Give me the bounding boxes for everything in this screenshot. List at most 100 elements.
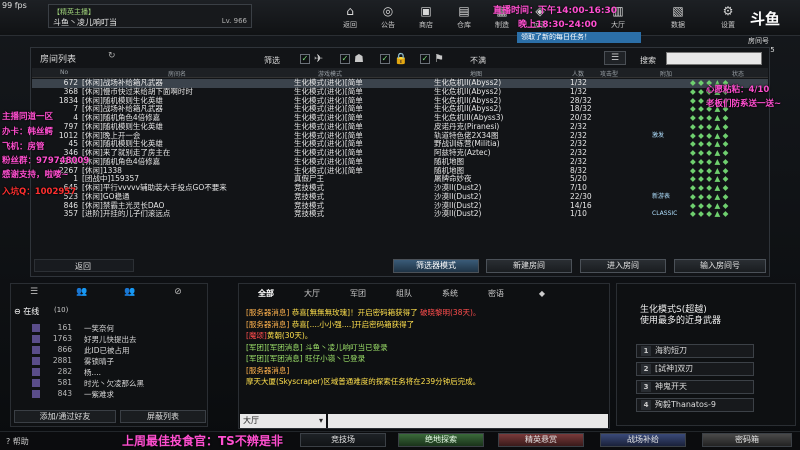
promo-weapon-item[interactable]: 3 神鬼开天	[636, 380, 754, 394]
promo-weapon-item[interactable]: 4 殉毅Thanatos-9	[636, 398, 754, 412]
friend-level: 1763	[52, 334, 72, 343]
nav-label: 数据	[671, 21, 685, 29]
chat-tab-3[interactable]: 组队	[382, 288, 426, 300]
friend-level: 843	[57, 389, 72, 398]
chat-tab-4[interactable]: 系统	[428, 288, 472, 300]
enter-room-number-button[interactable]: 输入房间号	[674, 259, 766, 273]
room-badge: CLASSIC	[652, 210, 678, 218]
room-no: 357	[63, 209, 78, 219]
overlay-best-feeder: 上周最佳投食官：TS不辨是非	[122, 434, 283, 448]
nav-button-0[interactable]: ⌂ 返回	[332, 4, 368, 32]
friend-name: 雾锁晴子	[84, 357, 114, 366]
enter-room-button[interactable]: 进入房间	[580, 259, 666, 273]
stream-time-2: 晚上18:30-24:00	[518, 20, 598, 30]
filter-checkbox-3[interactable]: ✓	[380, 54, 390, 64]
nav-label: 设置	[721, 21, 735, 29]
chat-channel-select[interactable]: 大厅 ▾	[240, 414, 326, 428]
friend-level: 2881	[52, 356, 72, 365]
header-ping[interactable]: 攻击型	[600, 69, 618, 78]
game-lobby: 99 fps 【精英主播】 斗鱼丶凌儿响叮当 Lv. 966 ⌂ 返回 ◎ 公告 ▣ 商店…	[0, 0, 800, 450]
promo-subtitle: 使用最多的近身武器	[640, 316, 722, 326]
chat-tab-2[interactable]: 军团	[336, 288, 380, 300]
header-count[interactable]: 人数	[572, 69, 584, 78]
chat-input[interactable]	[328, 414, 608, 428]
chat-tab-6[interactable]: ◆	[520, 288, 564, 300]
table-row[interactable]: 1145 [休闲]随机角色4倍修嘉 生化模式(进化)[简单 随机地图 2/32 ◆ ◆ ◆…	[32, 157, 768, 167]
filter-checkbox-4[interactable]: ✓	[420, 54, 430, 64]
header-status[interactable]: 状态	[732, 69, 744, 78]
chat-message-part: [军团][军团消息] 斗鱼丶凌儿响叮当已登录	[246, 342, 388, 352]
filter-checkbox-2[interactable]: ✓	[340, 54, 350, 64]
friend-avatar-icon	[32, 324, 40, 332]
player-tag: 【精英主播】	[53, 8, 95, 16]
mission-notice[interactable]: 领取了新的每日任务！	[517, 32, 641, 43]
help-button[interactable]: ? 帮助	[6, 436, 29, 447]
nav-button-2[interactable]: ▣ 商店	[408, 4, 444, 32]
new-room-button[interactable]: 新建房间	[486, 259, 572, 273]
tab-friends-list[interactable]: ☰	[16, 287, 52, 299]
weapon-name: 殉毅Thanatos-9	[655, 400, 717, 409]
promo-weapon-item[interactable]: 2 [試神]双刃	[636, 362, 754, 376]
player-level: Lv. 966	[221, 17, 247, 25]
tab-friends-blocked[interactable]: ⊘	[160, 287, 196, 299]
chat-message-part: [服务器消息]	[246, 365, 290, 375]
chat-message-part: [魔颂]	[246, 331, 267, 340]
header-mode[interactable]: 游戏模式	[318, 69, 342, 78]
chat-message: [服务器消息] 恭喜[無無無玫瑰]！开启密码箱获得了 破晓黎明(38天)。	[246, 307, 480, 318]
header-no[interactable]: No	[60, 69, 68, 76]
friend-name: 好男儿快提出去	[84, 335, 137, 344]
room-name: [进阶]开挂的儿子们滚远点	[82, 209, 171, 219]
add-friend-button[interactable]: 添加/通过好友	[14, 410, 116, 423]
tab-friends-group[interactable]: 👥	[64, 287, 100, 299]
block-list-button[interactable]: 屏蔽列表	[120, 410, 206, 423]
table-row[interactable]: 2267 [休闲]1338 生化模式(进化)[简单 随机地图 8/32 ◆ ◆ ◆ ▲ ◆	[32, 166, 768, 176]
nav-button-3[interactable]: ▤ 仓库	[446, 4, 482, 32]
chat-message-part: 恭喜[無無無玫瑰]！开启密码箱获得了	[291, 308, 420, 317]
table-row[interactable]: 645 [休闲]平行vvvvv辅助装大手投点GO不要来 竞技模式 沙漠II(Dust2…	[32, 183, 768, 193]
nav-button-8[interactable]: ⚙ 设置	[710, 4, 746, 32]
battle-supply-button[interactable]: 战场补给	[600, 433, 686, 447]
explore-button[interactable]: 绝地探索	[398, 433, 484, 447]
filter-mode-button[interactable]: 筛选器模式	[393, 259, 479, 273]
refresh-icon[interactable]: ↻	[108, 51, 122, 63]
elite-bounty-button[interactable]: 精英悬赏	[498, 433, 584, 447]
chat-tab-5[interactable]: 密语	[474, 288, 518, 300]
chat-message: 摩天大厦(Skyscraper)区域普通难度的探索任务将在239分钟后完成。	[246, 376, 480, 387]
header-name[interactable]: 房间名	[168, 69, 186, 78]
filter-label: 筛选	[264, 56, 280, 65]
room-mode: 竞技模式	[294, 209, 324, 219]
password-box-button[interactable]: 密码箱	[702, 433, 792, 447]
back-button[interactable]: 返回	[34, 259, 134, 272]
search-input[interactable]	[666, 52, 762, 65]
filter-checkbox-1[interactable]: ✓	[300, 54, 310, 64]
chat-message: [军团][军团消息] 旺仔小嶺丶已登录	[246, 353, 365, 364]
nav-button-1[interactable]: ◎ 公告	[370, 4, 406, 32]
nav-icon: ⚙	[722, 4, 734, 18]
friend-level: 161	[57, 323, 72, 332]
nav-button-7[interactable]: ▧ 数据	[660, 4, 696, 32]
player-card[interactable]: 【精英主播】 斗鱼丶凌儿响叮当 Lv. 966	[48, 4, 252, 28]
table-row[interactable]: 357 [进阶]开挂的儿子们滚远点 竞技模式 沙漠II(Dust2) 1/10 CLASS…	[32, 209, 768, 219]
overlay-qq: 入坑Q：1002957	[2, 187, 77, 197]
arena-button[interactable]: 竞技场	[300, 433, 386, 447]
overlay-wish-note: 老板们防系送一送~	[706, 99, 782, 109]
nav-icon: ▧	[672, 4, 684, 18]
online-section-header[interactable]: ⊖ 在线	[14, 306, 39, 317]
chat-tab-1[interactable]: 大厅	[290, 288, 334, 300]
table-row[interactable]: 797 [休闲]随机模则生化英雄 生化模式(进化)[简单 皮诺丹克(Piranesi)…	[32, 122, 768, 132]
tab-friends-clan[interactable]: 👥	[112, 287, 148, 299]
friend-avatar-icon	[32, 390, 40, 398]
friend-name: 一笑奈何	[84, 324, 114, 333]
chat-message-part: [军团][军团消息] 旺仔小嶺丶已登录	[246, 354, 366, 363]
rank-badge: 3	[641, 382, 651, 392]
search-label: 搜索	[640, 56, 656, 65]
chat-tab-0[interactable]: 全部	[244, 288, 288, 300]
promo-weapon-item[interactable]: 1 海豹短刀	[636, 344, 754, 358]
chat-message-part: 摩天大厦(Skyscraper)区域普通难度的探索任务将在239分钟后完成。	[246, 377, 481, 386]
friend-name: 杨....	[84, 368, 102, 377]
header-flag[interactable]: 附加	[660, 69, 672, 78]
list-sort-icon[interactable]: ☰	[604, 51, 626, 65]
room-number-label: 房间号	[748, 37, 769, 45]
header-map[interactable]: 地图	[470, 69, 482, 78]
overlay-admin: 飞机：房管	[2, 142, 45, 152]
